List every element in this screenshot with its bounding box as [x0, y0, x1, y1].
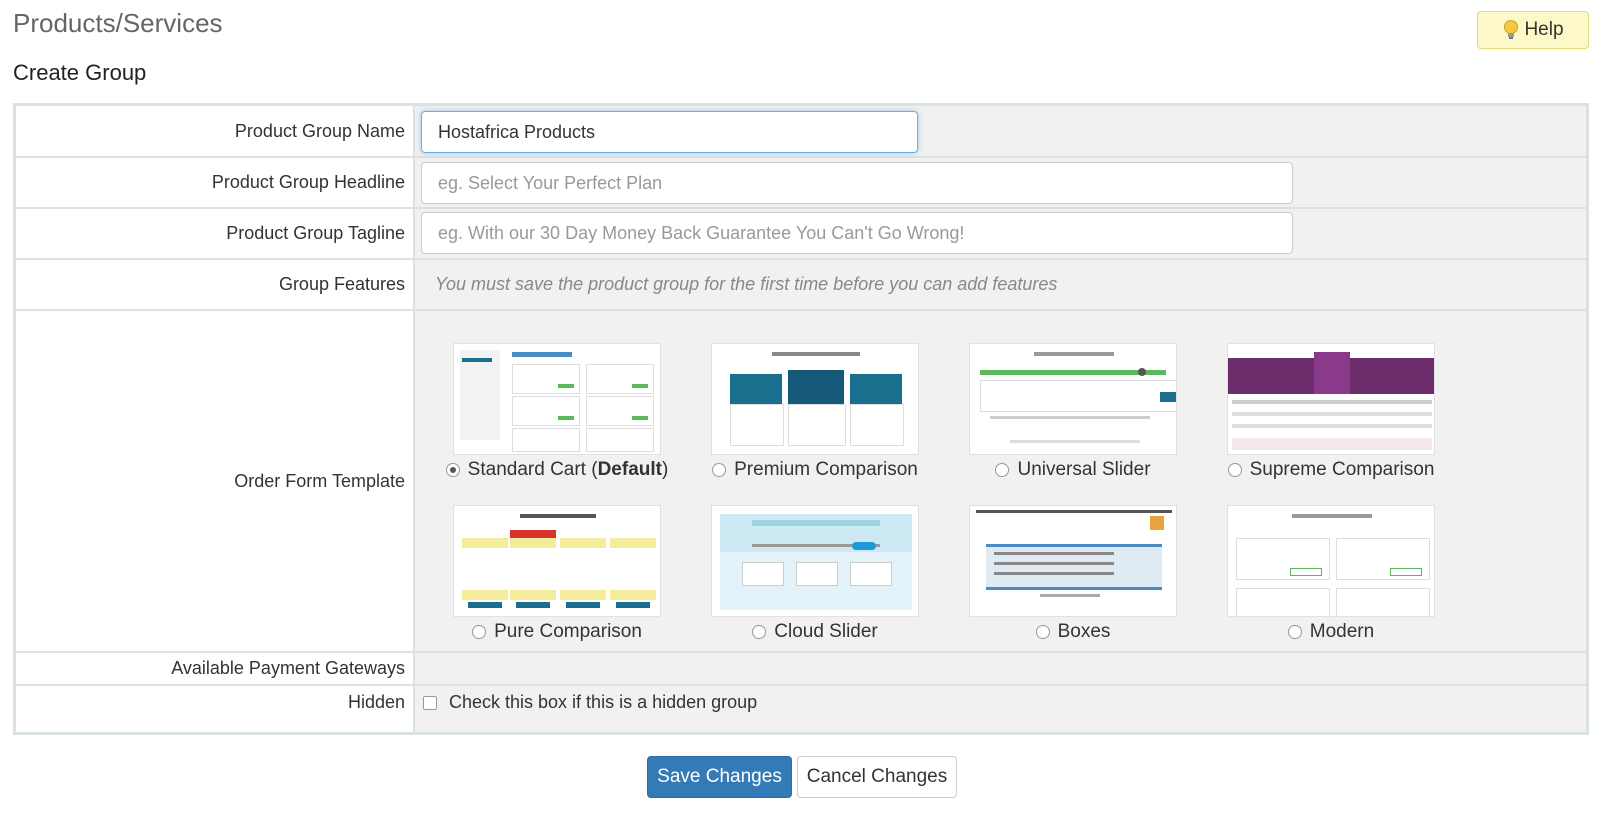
save-changes-button[interactable]: Save Changes [647, 756, 792, 798]
template-radio[interactable] [752, 625, 767, 639]
template-label: Universal Slider [1017, 459, 1151, 480]
help-button[interactable]: Help [1477, 11, 1589, 49]
hidden-checkbox[interactable] [423, 695, 437, 710]
cancel-changes-button[interactable]: Cancel Changes [797, 756, 957, 798]
payment-gateways-label: Available Payment Gateways [16, 653, 413, 684]
group-name-label: Product Group Name [16, 106, 413, 156]
template-premium-comparison[interactable]: Premium Comparison [685, 343, 945, 481]
tagline-label: Product Group Tagline [16, 209, 413, 258]
template-label: Boxes [1057, 621, 1111, 642]
template-label: Premium Comparison [734, 459, 918, 480]
template-radio[interactable] [1287, 625, 1302, 639]
row-group-name: Product Group Name [16, 106, 1586, 156]
template-thumbnail [453, 343, 661, 455]
template-universal-slider[interactable]: Universal Slider [943, 343, 1203, 481]
row-headline: Product Group Headline [16, 158, 1586, 207]
page-title: Products/Services [13, 8, 223, 38]
template-modern[interactable]: Modern [1201, 505, 1461, 643]
template-pure-comparison[interactable]: Pure Comparison [427, 505, 687, 643]
section-title: Create Group [13, 60, 147, 85]
template-label: Standard Cart (Default) [467, 459, 669, 480]
features-note: You must save the product group for the … [435, 274, 1058, 294]
template-label: Supreme Comparison [1249, 459, 1435, 480]
template-thumbnail [1227, 505, 1435, 617]
group-name-input[interactable] [421, 111, 918, 153]
template-radio[interactable] [1227, 463, 1242, 477]
lightbulb-icon [1504, 20, 1519, 39]
row-tagline: Product Group Tagline [16, 209, 1586, 258]
template-radio[interactable] [1035, 625, 1050, 639]
template-thumbnail [1227, 343, 1435, 455]
template-label: Pure Comparison [494, 621, 642, 642]
template-thumbnail [453, 505, 661, 617]
row-hidden: Hidden Check this box if this is a hidde… [16, 686, 1586, 732]
hidden-label: Hidden [16, 686, 413, 732]
template-radio[interactable] [712, 463, 727, 477]
help-label: Help [1524, 19, 1564, 40]
row-payment-gateways: Available Payment Gateways [16, 653, 1586, 684]
group-form: Product Group Name Product Group Headlin… [13, 103, 1589, 735]
tagline-input[interactable] [421, 212, 1293, 254]
template-grid: Standard Cart (Default) Premium Comparis… [415, 311, 1586, 651]
headline-input[interactable] [421, 162, 1293, 204]
template-standard-cart[interactable]: Standard Cart (Default) [427, 343, 687, 481]
template-supreme-comparison[interactable]: Supreme Comparison [1201, 343, 1461, 481]
hidden-checkbox-label: Check this box if this is a hidden group [449, 692, 758, 712]
template-cloud-slider[interactable]: Cloud Slider [685, 505, 945, 643]
features-label: Group Features [16, 260, 413, 309]
order-form-label: Order Form Template [16, 311, 413, 651]
row-features: Group Features You must save the product… [16, 260, 1586, 309]
template-thumbnail [969, 505, 1177, 617]
template-thumbnail [711, 505, 919, 617]
template-thumbnail [711, 343, 919, 455]
row-order-form: Order Form Template Standard Cart (Defau… [16, 311, 1586, 651]
template-thumbnail [969, 343, 1177, 455]
template-label: Cloud Slider [774, 621, 878, 642]
template-radio[interactable] [995, 463, 1010, 477]
headline-label: Product Group Headline [16, 158, 413, 207]
template-boxes[interactable]: Boxes [943, 505, 1203, 643]
template-label: Modern [1309, 621, 1375, 642]
template-radio[interactable] [472, 625, 487, 639]
template-radio[interactable] [445, 463, 460, 477]
